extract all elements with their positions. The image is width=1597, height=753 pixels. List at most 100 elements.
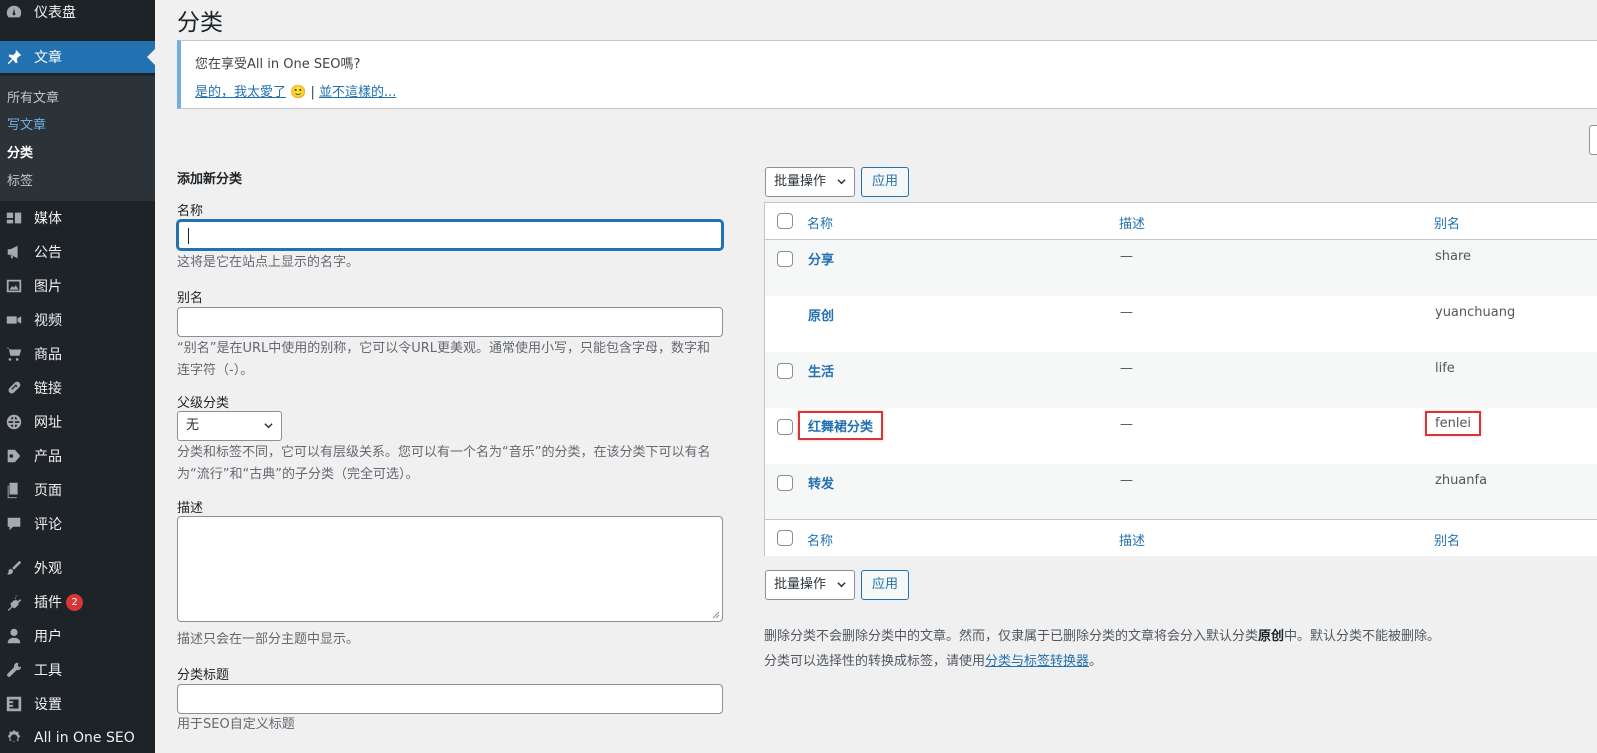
menu-label: 视频 (34, 313, 62, 329)
menu-posts[interactable]: 文章 (0, 41, 155, 73)
category-name-link[interactable]: 生活 (808, 361, 834, 380)
menu-label: 商品 (34, 347, 62, 363)
parent-category-select[interactable]: 无 (177, 411, 282, 441)
column-name[interactable]: 名称 (807, 530, 833, 549)
seo-title-input[interactable] (177, 684, 723, 714)
admin-sidebar: 仪表盘 文章 所有文章 写文章 分类 标签 媒体 公告 图片 视频 商品 链接 … (0, 0, 155, 753)
category-slug: zhuanfa (1435, 473, 1488, 488)
category-name-link[interactable]: 红舞裙分类 (797, 411, 884, 440)
parent-help: 分类和标签不同，它可以有层级关系。您可以有一个名为“音乐”的分类，在该分类下可以… (177, 445, 711, 483)
menu-announcements[interactable]: 公告 (0, 236, 155, 268)
name-help: 这将是它在站点上显示的名字。 (177, 255, 360, 270)
menu-label: All in One SEO (34, 730, 135, 746)
menu-dashboard[interactable]: 仪表盘 (0, 0, 155, 28)
cart-icon (4, 344, 24, 364)
menu-aioseo[interactable]: All in One SEO (0, 722, 155, 753)
user-icon (4, 626, 24, 646)
default-category-name: 原创 (1258, 629, 1285, 644)
menu-label: 外观 (34, 561, 62, 577)
submenu-tags[interactable]: 标签 (7, 170, 33, 189)
row-checkbox[interactable] (777, 363, 793, 379)
menu-label: 链接 (34, 381, 62, 397)
media-icon (4, 208, 24, 228)
description-textarea[interactable] (177, 516, 723, 622)
table-footer: 名称 描述 别名 (765, 519, 1597, 556)
plugin-update-badge: 2 (66, 593, 83, 611)
menu-images[interactable]: 图片 (0, 270, 155, 302)
category-tag-converter-link[interactable]: 分类与标签转换器 (985, 654, 1089, 669)
name-input[interactable] (177, 220, 723, 250)
settings-icon (4, 694, 24, 714)
category-description: — (1120, 361, 1133, 376)
notice-links: 是的，我太愛了 🙂 | 並不這樣的... (195, 81, 396, 100)
column-description[interactable]: 描述 (1119, 213, 1145, 232)
slug-input[interactable] (177, 307, 723, 337)
column-slug[interactable]: 别名 (1434, 213, 1460, 232)
chevron-down-icon (837, 582, 846, 588)
menu-pages[interactable]: 页面 (0, 474, 155, 506)
posts-submenu: 所有文章 写文章 分类 标签 (0, 76, 155, 201)
description-help: 描述只会在一部分主题中显示。 (177, 632, 360, 647)
menu-products-shop[interactable]: 商品 (0, 338, 155, 370)
bulk-actions-select-bottom[interactable]: 批量操作 (765, 570, 855, 600)
column-description[interactable]: 描述 (1119, 530, 1145, 549)
submenu-all-posts[interactable]: 所有文章 (7, 87, 59, 106)
parent-label: 父级分类 (177, 396, 230, 411)
menu-appearance[interactable]: 外观 (0, 552, 155, 584)
smile-icon: 🙂 (290, 85, 307, 100)
menu-users[interactable]: 用户 (0, 620, 155, 652)
row-checkbox[interactable] (777, 475, 793, 491)
menu-label: 网址 (34, 415, 62, 431)
megaphone-icon (4, 242, 24, 262)
row-checkbox[interactable] (777, 251, 793, 267)
resize-grip-icon[interactable] (712, 611, 720, 619)
apply-button-top[interactable]: 应用 (861, 167, 909, 197)
menu-label: 媒体 (34, 211, 62, 227)
search-box-edge[interactable] (1589, 125, 1597, 155)
delete-note: 删除分类不会删除分类中的文章。然而，仅隶属于已删除分类的文章将会分入默认分类原创… (764, 625, 1440, 644)
notice-no-link[interactable]: 並不這樣的... (319, 85, 396, 100)
delete-note-text: 删除分类不会删除分类中的文章。然而，仅隶属于已删除分类的文章将会分入默认分类 (764, 629, 1259, 644)
submenu-categories[interactable]: 分类 (7, 142, 33, 161)
notice-question: 您在享受All in One SEO嗎? (195, 57, 361, 72)
category-slug: life (1435, 361, 1455, 376)
select-all-checkbox-bottom[interactable] (777, 530, 793, 546)
menu-tools[interactable]: 工具 (0, 654, 155, 686)
notice-yes-link[interactable]: 是的，我太愛了 (195, 85, 286, 100)
table-row: 原创 — yuanchuang (765, 296, 1597, 352)
menu-comments[interactable]: 评论 (0, 508, 155, 540)
category-name-link[interactable]: 分享 (808, 249, 834, 268)
delete-note-text-end: 中。默认分类不能被删除。 (1284, 629, 1441, 644)
convert-note-text: 分类可以选择性的转换成标签，请使用 (764, 654, 986, 669)
bulk-actions-select-top[interactable]: 批量操作 (765, 167, 855, 197)
menu-products[interactable]: 产品 (0, 440, 155, 472)
submenu-new-post[interactable]: 写文章 (7, 114, 46, 133)
menu-label: 插件 (34, 595, 62, 611)
select-all-checkbox[interactable] (777, 213, 793, 229)
image-icon (4, 276, 24, 296)
row-checkbox[interactable] (777, 419, 793, 435)
chevron-down-icon (264, 423, 273, 429)
menu-settings[interactable]: 设置 (0, 688, 155, 720)
category-slug: yuanchuang (1435, 305, 1516, 320)
link-icon (4, 378, 24, 398)
category-name-link[interactable]: 转发 (808, 473, 834, 492)
category-description: — (1120, 305, 1133, 320)
apply-button-bottom[interactable]: 应用 (861, 570, 909, 600)
menu-urls[interactable]: 网址 (0, 406, 155, 438)
category-name-link[interactable]: 原创 (808, 305, 834, 324)
menu-media[interactable]: 媒体 (0, 202, 155, 234)
text-caret (188, 228, 189, 244)
category-description: — (1120, 473, 1133, 488)
table-row: 生活 — life (765, 352, 1597, 408)
convert-note: 分类可以选择性的转换成标签，请使用分类与标签转换器。 (764, 650, 1102, 669)
menu-links[interactable]: 链接 (0, 372, 155, 404)
slug-label: 别名 (177, 291, 204, 306)
column-slug[interactable]: 别名 (1434, 530, 1460, 549)
column-name[interactable]: 名称 (807, 213, 833, 232)
menu-videos[interactable]: 视频 (0, 304, 155, 336)
menu-label: 页面 (34, 483, 62, 499)
slug-help: “别名”是在URL中使用的别称，它可以令URL更美观。通常使用小写，只能包含字母… (177, 341, 711, 379)
table-row: 分享 — share (765, 240, 1597, 296)
menu-plugins[interactable]: 插件 2 (0, 586, 155, 618)
